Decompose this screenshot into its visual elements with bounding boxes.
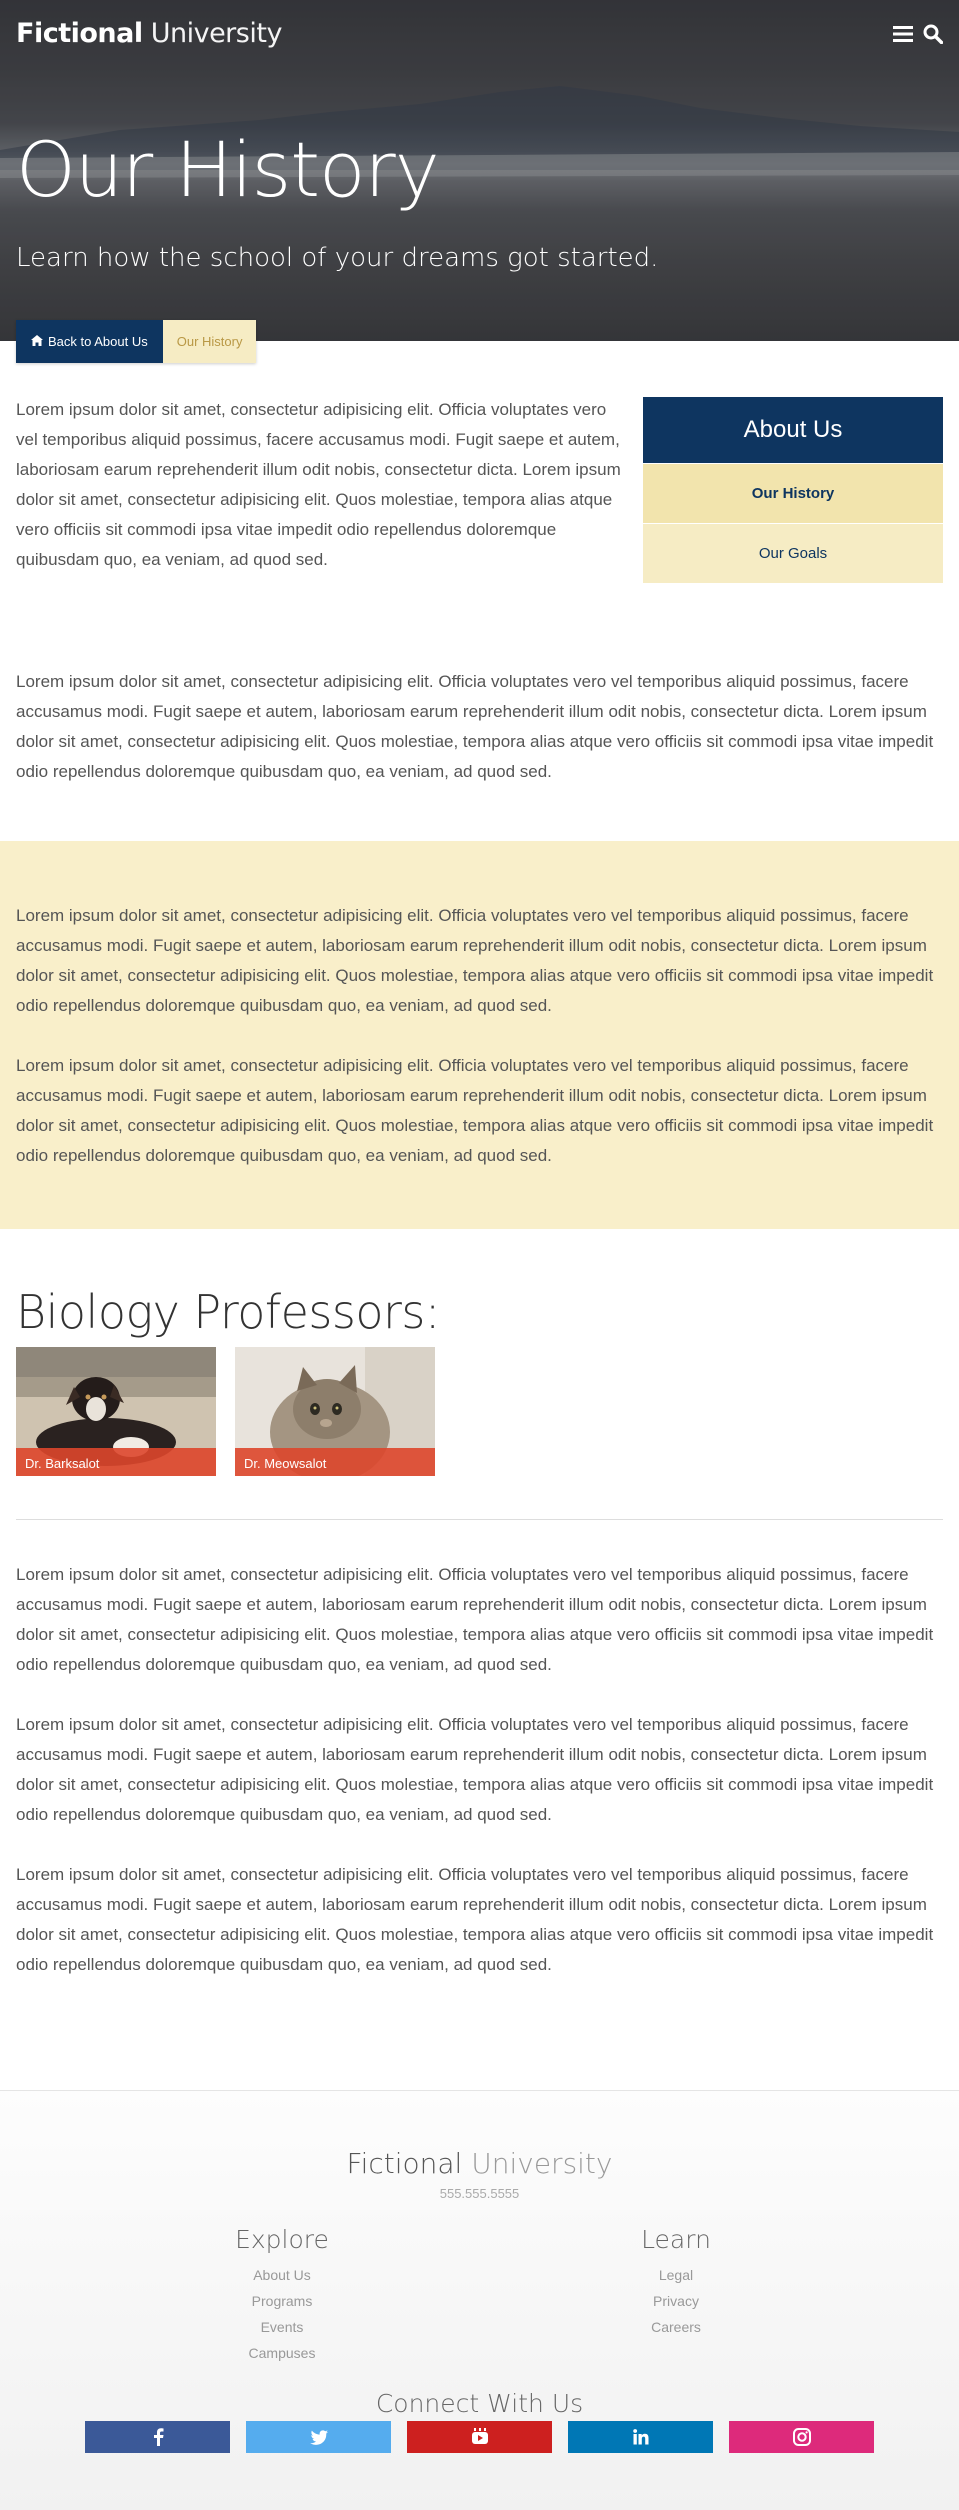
body-paragraph: Lorem ipsum dolor sit amet, consectetur … xyxy=(16,1565,934,1674)
footer-explore-title: Explore xyxy=(235,2225,329,2254)
youtube-icon xyxy=(471,2428,488,2444)
professors-heading: Biology Professors: xyxy=(16,1285,440,1339)
instagram-icon xyxy=(792,2428,811,2446)
site-logo[interactable]: Fictional University xyxy=(16,18,282,49)
linkedin-icon xyxy=(632,2429,648,2445)
professor-name: Dr. Barksalot xyxy=(16,1448,216,1476)
highlight-paragraph: Lorem ipsum dolor sit amet, consectetur … xyxy=(16,1056,934,1165)
facebook-button[interactable] xyxy=(85,2421,230,2453)
back-link-label: Back to About Us xyxy=(48,334,148,349)
footer-learn-title: Learn xyxy=(641,2225,711,2254)
body-paragraph: Lorem ipsum dolor sit amet, consectetur … xyxy=(16,1715,934,1824)
footer-link-programs[interactable]: Programs xyxy=(182,2288,382,2314)
breadcrumb-current: Our History xyxy=(162,320,257,363)
highlight-section: Lorem ipsum dolor sit amet, consectetur … xyxy=(0,841,959,1229)
footer-link-legal[interactable]: Legal xyxy=(576,2262,776,2288)
menu-icon[interactable] xyxy=(893,24,913,44)
footer-logo[interactable]: Fictional University xyxy=(0,2147,959,2180)
footer-link-campuses[interactable]: Campuses xyxy=(182,2340,382,2366)
breadcrumb: Back to About Us Our History xyxy=(16,320,257,363)
professor-card-meowsalot[interactable]: Dr. Meowsalot xyxy=(235,1347,435,1476)
page-subtitle: Learn how the school of your dreams got … xyxy=(16,243,659,273)
highlight-paragraph: Lorem ipsum dolor sit amet, consectetur … xyxy=(16,906,934,1015)
logo-light-text: University xyxy=(150,18,283,49)
site-footer: Fictional University 555.555.5555 Explor… xyxy=(0,2090,959,2510)
logo-bold-text: Fictional xyxy=(16,18,143,49)
body-paragraph: Lorem ipsum dolor sit amet, consectetur … xyxy=(16,1865,934,1974)
twitter-button[interactable] xyxy=(246,2421,391,2453)
home-icon xyxy=(31,334,43,349)
professor-name: Dr. Meowsalot xyxy=(235,1448,435,1476)
body-paragraph: Lorem ipsum dolor sit amet, consectetur … xyxy=(16,672,934,781)
youtube-button[interactable] xyxy=(407,2421,552,2453)
instagram-button[interactable] xyxy=(729,2421,874,2453)
footer-link-events[interactable]: Events xyxy=(182,2314,382,2340)
page-banner: Fictional University Our History Learn h… xyxy=(0,0,959,363)
footer-explore-column: Explore About Us Programs Events Campuse… xyxy=(182,2225,382,2366)
footer-link-about-us[interactable]: About Us xyxy=(182,2262,382,2288)
twitter-icon xyxy=(309,2429,328,2445)
footer-link-privacy[interactable]: Privacy xyxy=(576,2288,776,2314)
page-title: Our History xyxy=(16,125,440,214)
facebook-icon xyxy=(153,2428,163,2446)
footer-connect-title: Connect With Us xyxy=(375,2389,584,2418)
footer-learn-column: Learn Legal Privacy Careers xyxy=(576,2225,776,2340)
footer-logo-light: University xyxy=(471,2147,613,2180)
footer-link-careers[interactable]: Careers xyxy=(576,2314,776,2340)
intro-paragraph: Lorem ipsum dolor sit amet, consectetur … xyxy=(16,400,621,569)
professor-list: Dr. Barksalot Dr. Meowsalot xyxy=(16,1347,943,1476)
search-icon[interactable] xyxy=(923,24,943,44)
professor-card-barksalot[interactable]: Dr. Barksalot xyxy=(16,1347,216,1476)
footer-logo-bold: Fictional xyxy=(346,2147,463,2180)
section-divider xyxy=(16,1519,943,1520)
back-to-parent-link[interactable]: Back to About Us xyxy=(16,320,163,363)
linkedin-button[interactable] xyxy=(568,2421,713,2453)
footer-phone[interactable]: 555.555.5555 xyxy=(0,2186,959,2201)
social-links xyxy=(85,2421,874,2453)
